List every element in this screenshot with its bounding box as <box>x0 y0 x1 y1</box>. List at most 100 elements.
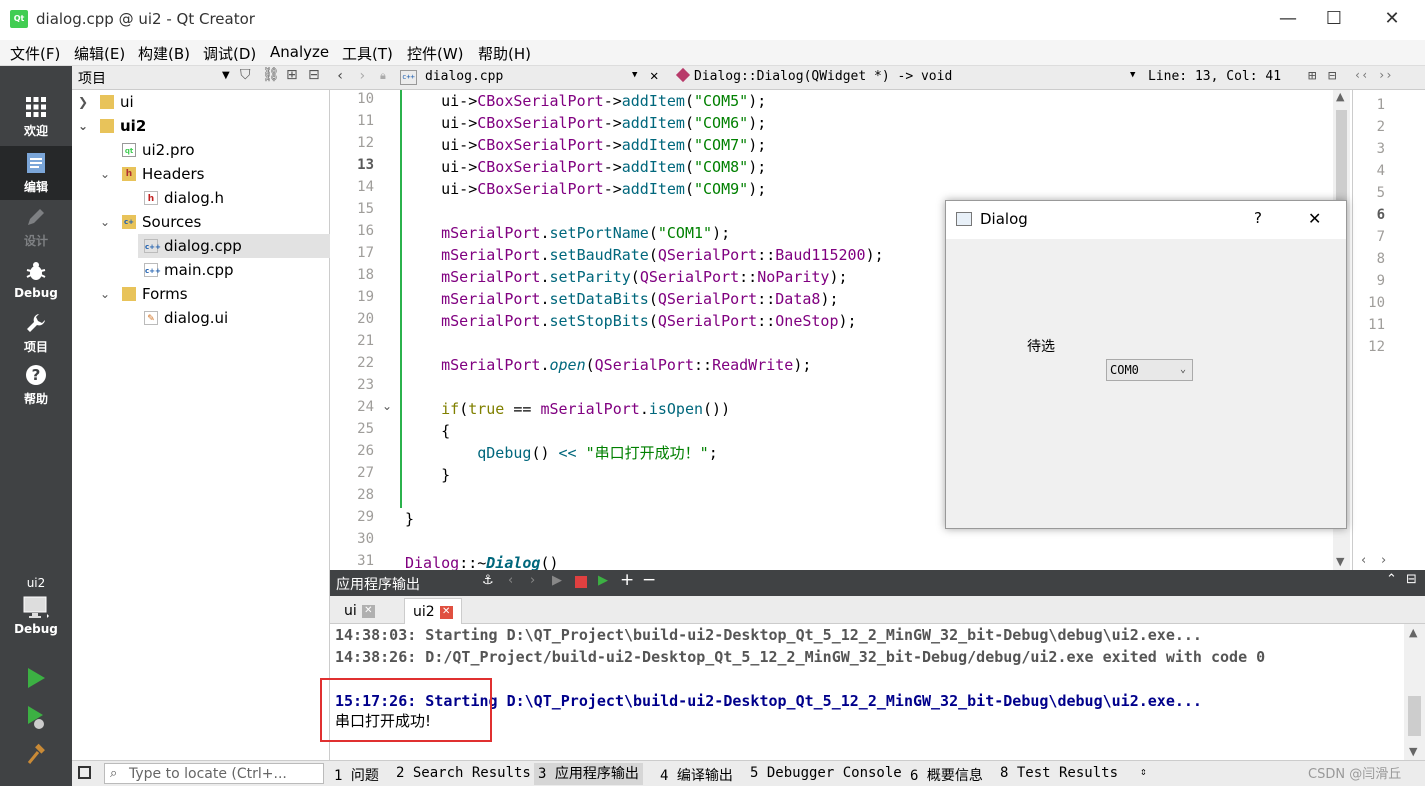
tab-ui[interactable]: ui ✕ <box>336 598 383 624</box>
line-number: 26 <box>357 443 374 459</box>
close-icon[interactable]: ✕ <box>439 605 453 619</box>
file-dropdown-icon[interactable]: ▼ <box>632 70 637 80</box>
dialog-help-button[interactable]: ? <box>1254 209 1262 227</box>
close-split-icon[interactable]: ⊟ <box>1328 68 1336 84</box>
menu-tools[interactable]: 工具(T) <box>342 43 393 64</box>
open-file-name[interactable]: dialog.cpp <box>425 69 503 84</box>
back-icon[interactable]: ‹‹ <box>1354 68 1368 82</box>
tree-item-dialog-ui[interactable]: ✎ dialog.ui <box>72 306 330 330</box>
code-line: mSerialPort.setPortName("COM1"); <box>441 224 731 242</box>
build-button[interactable] <box>0 742 72 772</box>
prev-icon[interactable]: ‹ <box>508 573 513 588</box>
scroll-up-icon[interactable]: ▲ <box>1336 90 1344 103</box>
dialog-close-button[interactable]: ✕ <box>1308 209 1321 228</box>
chevron-down-icon[interactable]: ⌄ <box>1180 360 1186 380</box>
close-pane-icon[interactable]: ⊟ <box>1406 572 1417 587</box>
forward-icon[interactable]: ›› <box>1378 68 1392 82</box>
attach-icon[interactable]: ⚓ <box>482 573 494 588</box>
scroll-left-icon[interactable]: ‹ <box>1361 553 1366 568</box>
split-editor-pane[interactable]: 1 2 3 4 5 6 7 8 9 10 11 12 ‹ › <box>1352 90 1425 570</box>
mode-welcome[interactable]: 欢迎 <box>0 96 72 146</box>
serial-port-combobox[interactable]: COM0 ⌄ <box>1106 359 1193 381</box>
locator-input[interactable]: ⌕ Type to locate (Ctrl+... <box>104 763 324 784</box>
split-icon[interactable]: ⊞ <box>286 67 298 83</box>
scroll-down-icon[interactable]: ▼ <box>1409 745 1417 758</box>
zoom-in-icon[interactable]: + <box>620 570 634 590</box>
line-number: 31 <box>357 553 374 569</box>
menu-controls[interactable]: 控件(W) <box>407 43 464 64</box>
next-icon[interactable]: › <box>530 573 535 588</box>
scroll-up-icon[interactable]: ▲ <box>1409 626 1417 639</box>
menu-build[interactable]: 构建(B) <box>138 43 190 64</box>
symbol-dropdown-icon[interactable]: ▼ <box>1130 70 1135 80</box>
menu-analyze[interactable]: Analyze <box>270 43 329 61</box>
tree-item-ui2[interactable]: ⌄ ui2 <box>72 114 330 138</box>
pane-issues[interactable]: 1 问题 <box>334 765 379 785</box>
maximize-button[interactable]: ☐ <box>1311 0 1357 40</box>
tree-item-forms[interactable]: ⌄ Forms <box>72 282 330 306</box>
split-icon[interactable]: ⊞ <box>1308 68 1316 84</box>
close-button[interactable]: ✕ <box>1369 0 1415 40</box>
pane-compile-output[interactable]: 4 编译输出 <box>660 765 733 785</box>
pane-test-results[interactable]: 8 Test Results <box>1000 765 1118 781</box>
pane-general-messages[interactable]: 6 概要信息 <box>910 765 983 785</box>
close-icon[interactable]: ✕ <box>361 604 375 618</box>
output-vertical-scrollbar[interactable]: ▲ ▼ <box>1404 624 1425 760</box>
tree-item-ui2-pro[interactable]: qt ui2.pro <box>72 138 330 162</box>
pane-search-results[interactable]: 2 Search Results <box>396 765 531 781</box>
menu-file[interactable]: 文件(F) <box>10 43 60 64</box>
tree-item-dialog-cpp[interactable]: c++ dialog.cpp <box>138 234 330 258</box>
pane-debugger-console[interactable]: 5 Debugger Console <box>750 765 902 781</box>
pane-application-output[interactable]: 3 应用程序输出 <box>534 763 643 785</box>
kit-selector[interactable]: Debug <box>0 596 72 648</box>
tab-ui2[interactable]: ui2 ✕ <box>404 598 462 624</box>
menu-debug[interactable]: 调试(D) <box>203 43 256 64</box>
tree-item-sources[interactable]: ⌄ c+ Sources <box>72 210 330 234</box>
chevron-right-icon[interactable]: ❯ <box>78 90 88 114</box>
application-output[interactable]: 14:38:03: Starting D:\QT_Project\build-u… <box>330 624 1410 760</box>
line-number-gutter: 10 11 12 13 14 15 16 17 18 19 20 21 22 2… <box>330 90 380 570</box>
fold-chevron-icon[interactable]: ⌄ <box>382 399 392 413</box>
line-number: 12 <box>1368 339 1385 355</box>
mode-projects[interactable]: 项目 <box>0 312 72 362</box>
tree-item-dialog-h[interactable]: h dialog.h <box>72 186 330 210</box>
debug-run-icon[interactable]: ▶ <box>598 573 608 588</box>
menu-help[interactable]: 帮助(H) <box>478 43 531 64</box>
symbol-selector[interactable]: Dialog::Dialog(QWidget *) -> void <box>694 69 952 84</box>
close-file-icon[interactable]: ✕ <box>650 68 658 84</box>
dialog-title-bar[interactable]: Dialog ? ✕ <box>946 201 1346 239</box>
mode-edit[interactable]: 编辑 <box>0 146 72 200</box>
maximize-pane-icon[interactable]: ⌃ <box>1386 572 1397 587</box>
run-button[interactable] <box>0 666 72 696</box>
chevron-down-icon[interactable]: ⌄ <box>100 282 110 306</box>
more-panes-icon[interactable]: ⇕ <box>1140 765 1147 778</box>
stop-icon[interactable] <box>575 576 587 588</box>
tree-item-headers[interactable]: ⌄ h Headers <box>72 162 330 186</box>
filter-icon[interactable]: ⛉ <box>240 67 251 83</box>
minimize-button[interactable]: — <box>1265 0 1311 40</box>
chevron-down-icon[interactable]: ⌄ <box>100 210 110 234</box>
close-panel-icon[interactable]: ⊟ <box>308 67 320 83</box>
scroll-down-icon[interactable]: ▼ <box>1336 555 1344 568</box>
menu-edit[interactable]: 编辑(E) <box>74 43 125 64</box>
link-icon[interactable]: ⛓ <box>262 67 280 83</box>
mode-help[interactable]: ? 帮助 <box>0 364 72 414</box>
rerun-icon[interactable]: ▶ <box>552 573 562 588</box>
toggle-sidebar-icon[interactable] <box>78 766 91 779</box>
scroll-thumb[interactable] <box>1408 696 1421 736</box>
mode-debug[interactable]: Debug <box>0 260 72 310</box>
forward-icon[interactable]: › <box>358 68 366 84</box>
chevron-down-icon[interactable]: ⌄ <box>78 114 88 138</box>
tree-item-main-cpp[interactable]: c++ main.cpp <box>72 258 330 282</box>
tree-item-ui[interactable]: ❯ ui <box>72 90 330 114</box>
back-icon[interactable]: ‹ <box>336 68 344 84</box>
zoom-out-icon[interactable]: − <box>642 570 656 590</box>
debug-run-button[interactable] <box>0 704 72 736</box>
dialog-window[interactable]: Dialog ? ✕ 待选 COM0 ⌄ <box>945 200 1347 529</box>
scroll-right-icon[interactable]: › <box>1381 553 1386 568</box>
mode-design[interactable]: 设计 <box>0 206 72 256</box>
chevron-down-icon[interactable]: ⌄ <box>100 162 110 186</box>
cursor-position[interactable]: Line: 13, Col: 41 <box>1148 69 1281 84</box>
view-dropdown-icon[interactable]: ▼ <box>222 70 230 81</box>
line-number: 25 <box>357 421 374 437</box>
